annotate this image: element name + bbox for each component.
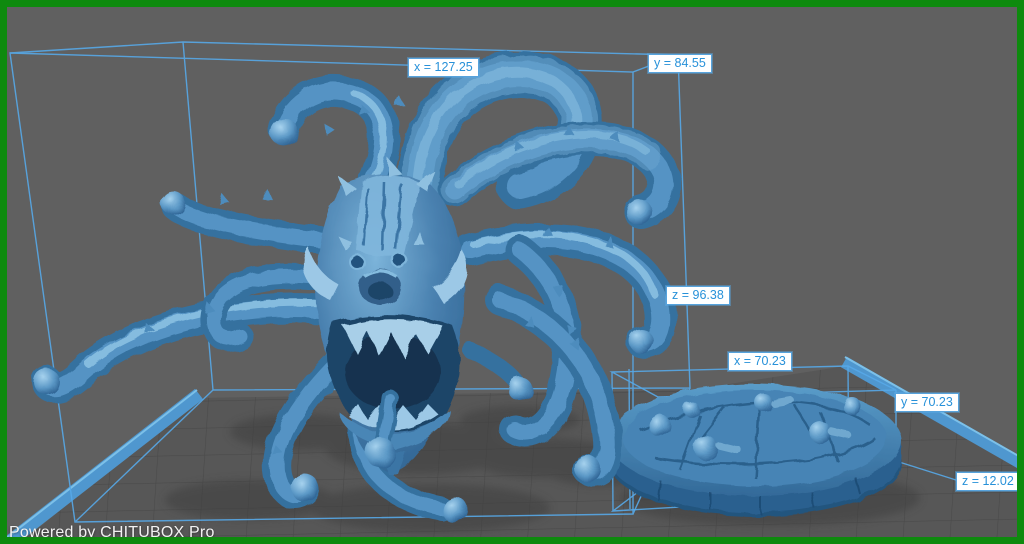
dimension-label-base-z: z = 12.02 bbox=[956, 472, 1017, 491]
dimension-label-main-x: x = 127.25 bbox=[408, 58, 479, 77]
viewport-3d-scene[interactable] bbox=[7, 7, 1017, 537]
model-round-base[interactable] bbox=[609, 384, 901, 516]
dimension-label-main-y: y = 84.55 bbox=[648, 54, 712, 73]
dimension-label-main-z: z = 96.38 bbox=[666, 286, 730, 305]
dimension-label-base-x: x = 70.23 bbox=[728, 352, 792, 371]
viewport-frame: x = 127.25 y = 84.55 z = 96.38 x = 70.23… bbox=[0, 0, 1024, 544]
watermark-text: Powered by CHITUBOX Pro bbox=[9, 524, 215, 541]
dimension-label-base-y: y = 70.23 bbox=[895, 393, 959, 412]
